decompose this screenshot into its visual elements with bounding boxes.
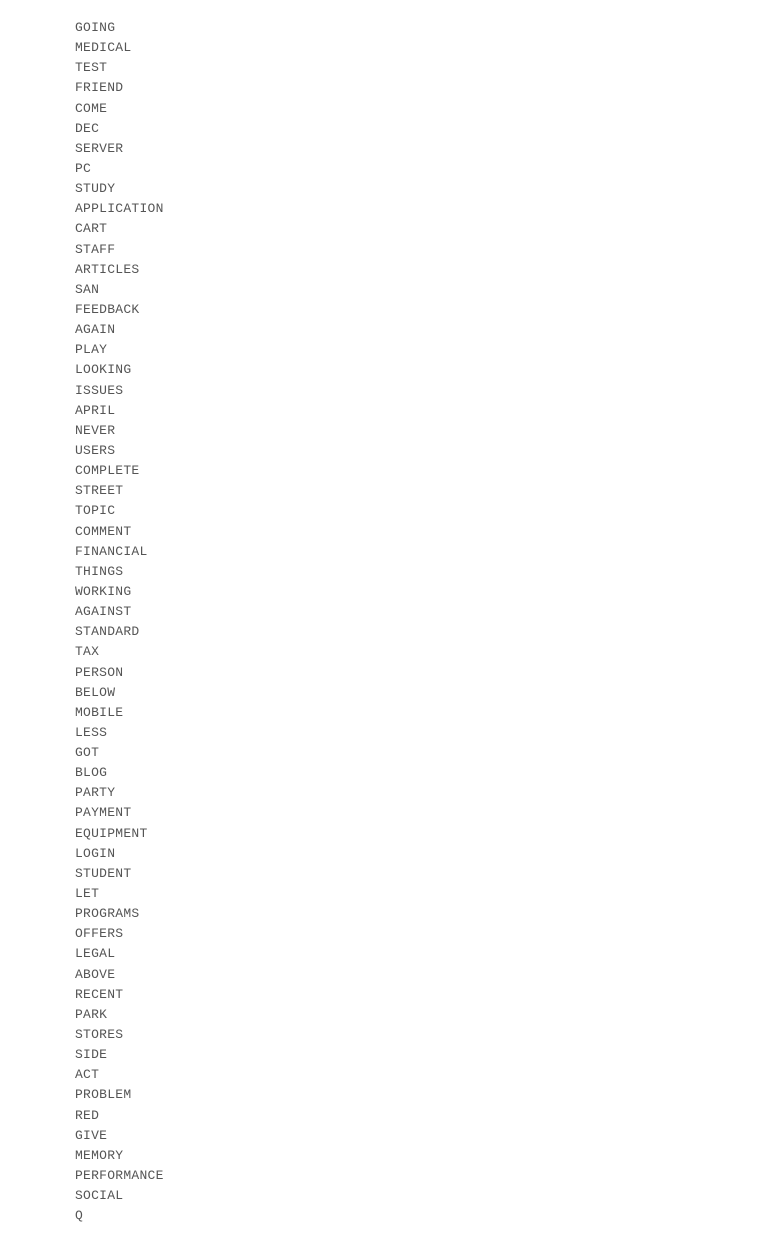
list-item: COMMENT: [75, 522, 693, 542]
list-item: AGAIN: [75, 320, 693, 340]
list-item: NEVER: [75, 421, 693, 441]
list-item: ISSUES: [75, 381, 693, 401]
list-item: SIDE: [75, 1045, 693, 1065]
list-item: EQUIPMENT: [75, 824, 693, 844]
list-item: Q: [75, 1206, 693, 1226]
list-item: PROBLEM: [75, 1085, 693, 1105]
list-item: TOPIC: [75, 501, 693, 521]
list-item: USERS: [75, 441, 693, 461]
list-item: PAYMENT: [75, 803, 693, 823]
list-item: FRIEND: [75, 78, 693, 98]
list-item: GOING: [75, 18, 693, 38]
list-item: PARK: [75, 1005, 693, 1025]
list-item: PROGRAMS: [75, 904, 693, 924]
list-item: DEC: [75, 119, 693, 139]
list-item: STANDARD: [75, 622, 693, 642]
list-item: ABOVE: [75, 965, 693, 985]
list-item: APPLICATION: [75, 199, 693, 219]
list-item: MEDICAL: [75, 38, 693, 58]
list-item: GOT: [75, 743, 693, 763]
list-item: LET: [75, 884, 693, 904]
list-item: TEST: [75, 58, 693, 78]
list-item: STAFF: [75, 240, 693, 260]
list-item: SOCIAL: [75, 1186, 693, 1206]
list-item: BELOW: [75, 683, 693, 703]
list-item: PC: [75, 159, 693, 179]
list-item: FEEDBACK: [75, 300, 693, 320]
list-item: STORES: [75, 1025, 693, 1045]
list-item: PERSON: [75, 663, 693, 683]
list-item: RED: [75, 1106, 693, 1126]
list-item: MEMORY: [75, 1146, 693, 1166]
list-item: WORKING: [75, 582, 693, 602]
list-item: AGAINST: [75, 602, 693, 622]
list-item: PERFORMANCE: [75, 1166, 693, 1186]
list-item: CART: [75, 219, 693, 239]
list-item: STUDY: [75, 179, 693, 199]
list-item: SAN: [75, 280, 693, 300]
list-item: BLOG: [75, 763, 693, 783]
list-item: FINANCIAL: [75, 542, 693, 562]
list-item: RECENT: [75, 985, 693, 1005]
list-item: LEGAL: [75, 944, 693, 964]
word-list: GOINGMEDICALTESTFRIENDCOMEDECSERVERPCSTU…: [75, 10, 693, 1226]
list-item: ARTICLES: [75, 260, 693, 280]
list-item: LOGIN: [75, 844, 693, 864]
list-item: SERVER: [75, 139, 693, 159]
list-item: OFFERS: [75, 924, 693, 944]
list-item: PARTY: [75, 783, 693, 803]
list-item: MOBILE: [75, 703, 693, 723]
list-item: STREET: [75, 481, 693, 501]
list-item: COMPLETE: [75, 461, 693, 481]
list-item: TAX: [75, 642, 693, 662]
list-item: PLAY: [75, 340, 693, 360]
list-item: APRIL: [75, 401, 693, 421]
list-item: GIVE: [75, 1126, 693, 1146]
list-item: LOOKING: [75, 360, 693, 380]
list-item: STUDENT: [75, 864, 693, 884]
list-item: ACT: [75, 1065, 693, 1085]
list-item: COME: [75, 99, 693, 119]
list-item: THINGS: [75, 562, 693, 582]
list-item: LESS: [75, 723, 693, 743]
